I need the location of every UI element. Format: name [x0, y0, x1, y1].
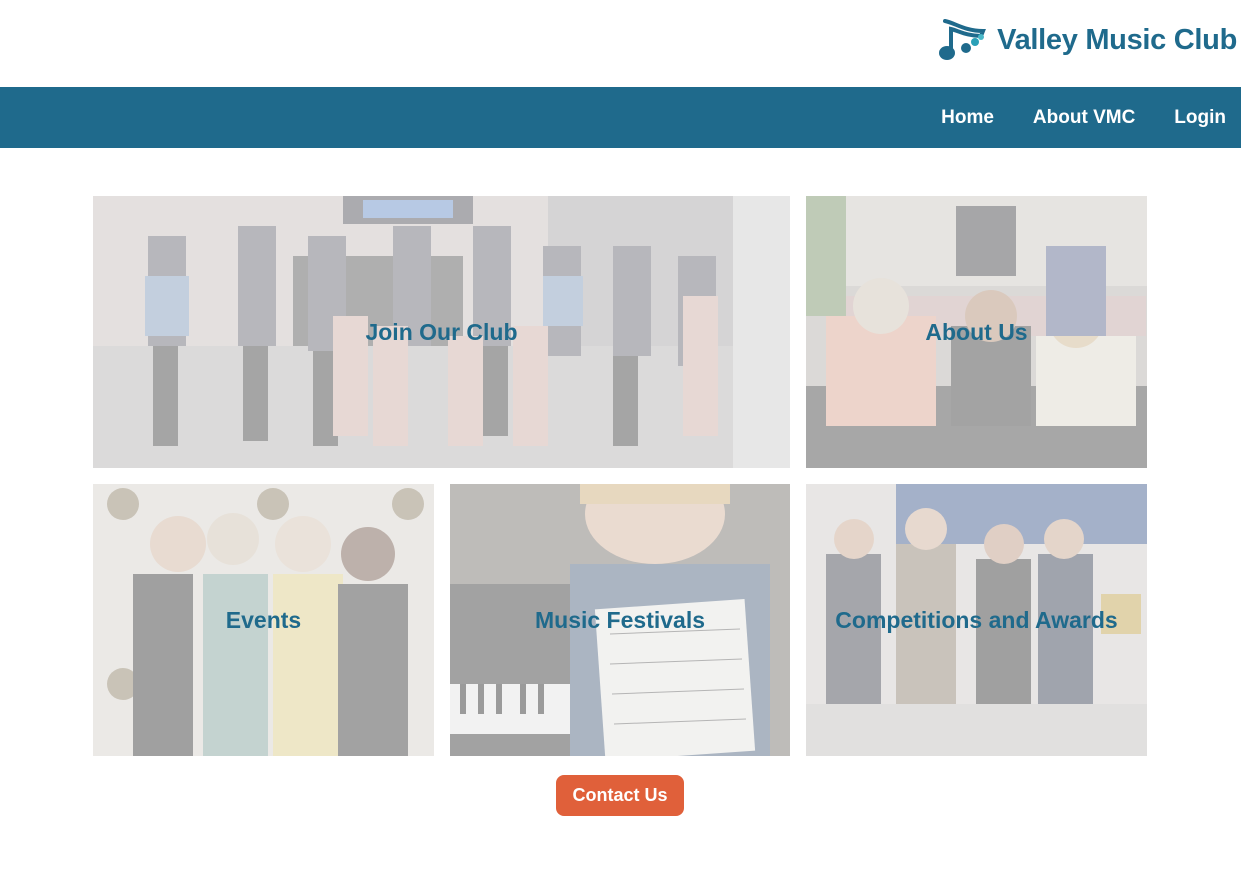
tile-label-music-festivals: Music Festivals [534, 606, 706, 633]
tile-about-us[interactable]: About Us [806, 196, 1147, 468]
tile-label-competitions-and-awards: Competitions and Awards [835, 606, 1118, 633]
tile-label-join-our-club: Join Our Club [365, 318, 518, 345]
nav-home-link[interactable]: Home [941, 107, 994, 129]
brand-link[interactable]: Valley Music Club [937, 16, 1237, 64]
site-title: Valley Music Club [997, 23, 1237, 56]
tile-competitions-and-awards[interactable]: Competitions and Awards [806, 484, 1147, 756]
tile-music-festivals[interactable]: Music Festivals [450, 484, 790, 756]
nav-menu: Home About VMC Login [902, 87, 1226, 148]
tile-events[interactable]: Events [93, 484, 434, 756]
nav-about-vmc-link[interactable]: About VMC [1033, 107, 1135, 129]
main-navbar: Home About VMC Login [0, 87, 1241, 148]
tile-join-our-club[interactable]: Join Our Club [93, 196, 790, 468]
nav-login-link[interactable]: Login [1174, 107, 1226, 129]
music-note-logo-icon [939, 19, 987, 60]
contact-us-button[interactable]: Contact Us [556, 775, 684, 816]
site-header: Valley Music Club [0, 0, 1241, 87]
tile-label-about-us: About Us [925, 318, 1028, 345]
tile-label-events: Events [225, 606, 302, 633]
